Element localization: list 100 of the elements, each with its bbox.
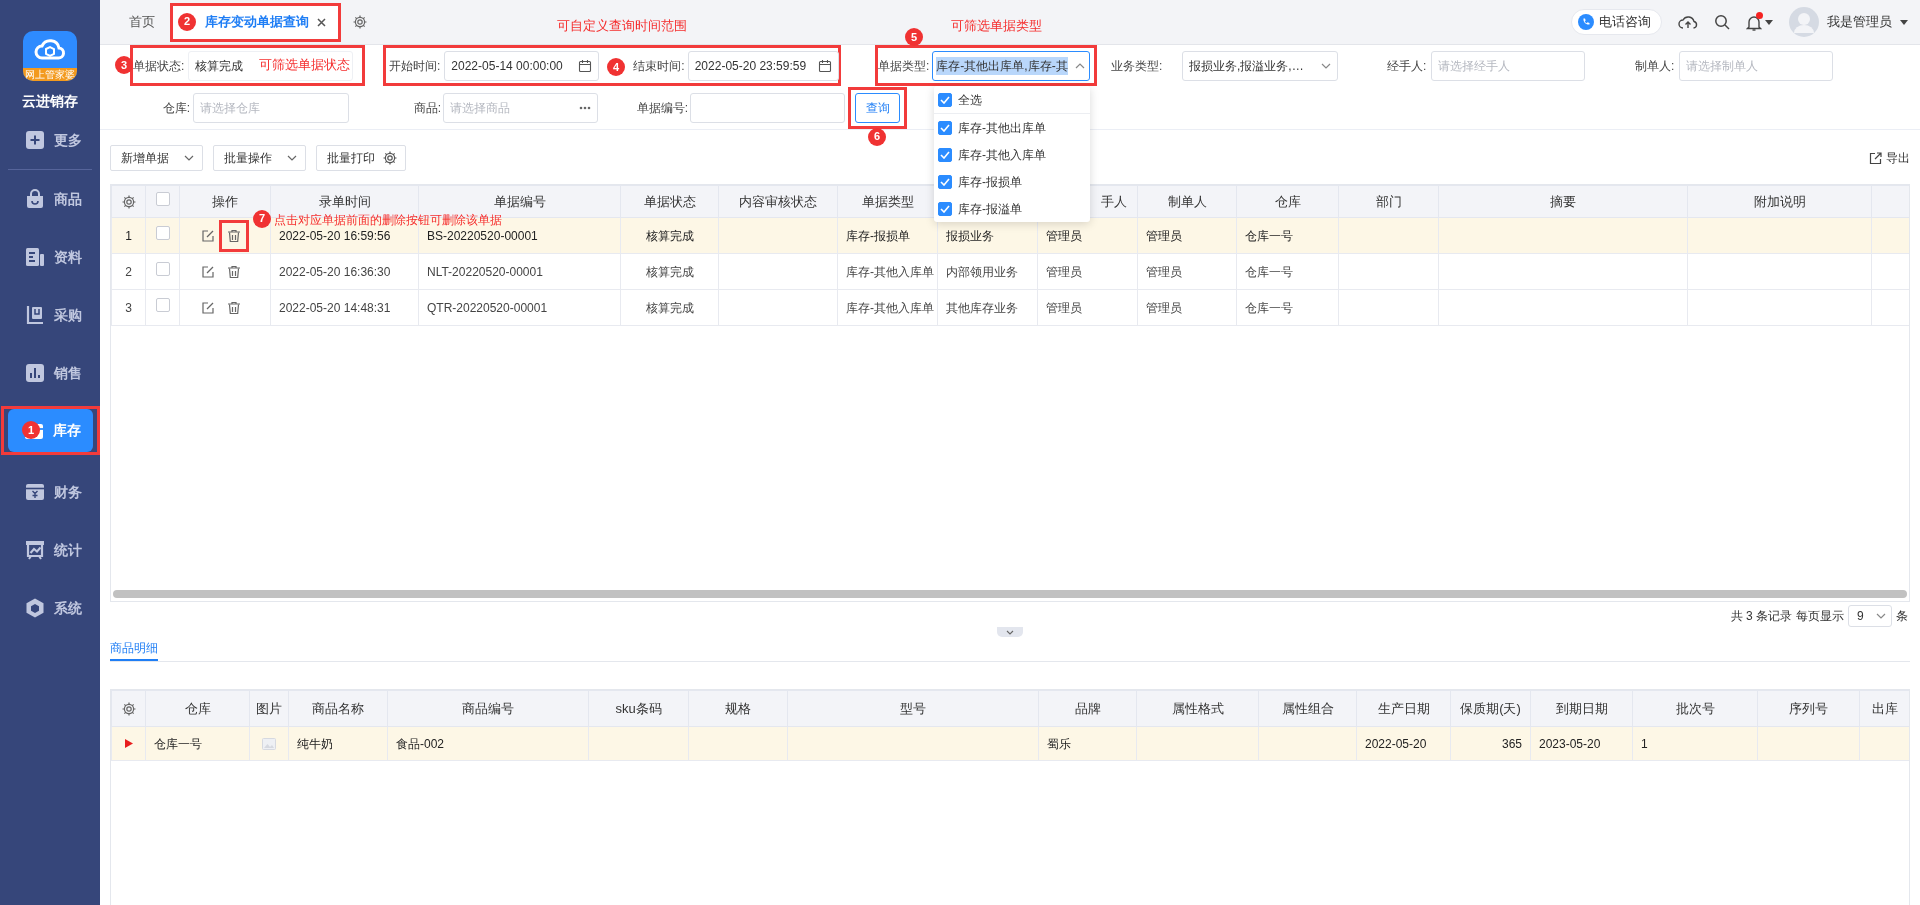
more-icon[interactable]: [579, 105, 591, 110]
table-cell: 纯牛奶: [288, 726, 388, 761]
search-icon[interactable]: [1714, 14, 1730, 30]
toolbar-button[interactable]: 批量打印: [316, 145, 406, 171]
caret-down-icon: [1876, 613, 1886, 619]
settings-icon: [121, 701, 136, 716]
checkbox[interactable]: [938, 92, 952, 107]
settings-icon: [121, 194, 136, 209]
table-cell: 核算完成: [620, 289, 719, 326]
delete-icon[interactable]: [227, 300, 241, 315]
column-header: 仓库: [1236, 185, 1339, 218]
checkbox[interactable]: [938, 120, 952, 135]
table-cell: 2022-05-20: [1356, 726, 1451, 761]
table-cell: 管理员: [1037, 253, 1138, 290]
checkbox[interactable]: [155, 298, 170, 312]
table-cell: 管理员: [1137, 289, 1237, 326]
tab[interactable]: 商品明细: [110, 637, 158, 661]
column-header: 商品名称: [288, 690, 388, 727]
phone-consult-button[interactable]: 电话咨询: [1571, 9, 1662, 35]
table-cell: QTR-20220520-00001: [418, 289, 621, 326]
column-header: 生产日期: [1356, 690, 1451, 727]
step-number: 3: [115, 56, 133, 74]
delete-icon[interactable]: [227, 264, 241, 279]
table-cell: 2022-05-20 16:36:30: [270, 253, 419, 290]
edit-icon[interactable]: [201, 264, 215, 279]
annotation-text: 可筛选单据状态: [259, 56, 350, 74]
date-field[interactable]: 2022-05-14 00:00:00: [444, 50, 600, 81]
caret-down-icon: [287, 155, 297, 161]
field-label: 结束时间:: [633, 57, 685, 75]
table-cell: 库存-其他入库单: [837, 289, 938, 326]
sidebar-item[interactable]: 系统: [3, 582, 97, 634]
row-number: 2: [111, 253, 146, 290]
check-icon: [940, 123, 950, 132]
column-header: 附加说明: [1687, 185, 1872, 218]
toolbar-button[interactable]: 新增单据: [110, 145, 203, 171]
column-header: 摘要: [1438, 185, 1688, 218]
checkbox[interactable]: [938, 201, 952, 216]
field-label: 单据类型:: [878, 57, 930, 75]
page-size-label: 每页显示: [1796, 608, 1844, 625]
caret-down-icon: [184, 155, 194, 161]
sidebar-item[interactable]: 统计: [3, 524, 97, 576]
field-label: 经手人:: [1387, 57, 1428, 75]
export-button[interactable]: 导出: [1869, 149, 1910, 167]
dropdown-option[interactable]: 库存-其他出库单: [934, 114, 1090, 141]
edit-icon[interactable]: [201, 300, 215, 315]
checkbox[interactable]: [155, 191, 170, 206]
sidebar-item[interactable]: 财务: [3, 466, 97, 518]
input-field[interactable]: 请选择商品: [443, 92, 598, 123]
row-number: 1: [111, 217, 146, 254]
tab[interactable]: 首页: [117, 5, 167, 39]
settings-icon[interactable]: [353, 15, 367, 29]
table-cell: 管理员: [1037, 289, 1138, 326]
caret-down-icon: [1321, 62, 1331, 69]
input-field[interactable]: [690, 92, 845, 123]
query-button[interactable]: 查询: [855, 92, 900, 123]
delete-icon[interactable]: [227, 228, 241, 243]
checkbox[interactable]: [155, 262, 170, 276]
dropdown-option[interactable]: 全选: [934, 86, 1090, 113]
column-header: 商品编号: [387, 690, 589, 727]
column-header: 属性格式: [1136, 690, 1259, 727]
column-header: 序列号: [1757, 690, 1860, 727]
table-cell: 2022-05-20 14:48:31: [270, 289, 419, 326]
column-header: 品牌: [1038, 690, 1137, 727]
column-header: 图片: [249, 690, 289, 727]
column-header: 到期日期: [1530, 690, 1633, 727]
phone-icon: [1578, 14, 1594, 30]
checkbox[interactable]: [938, 147, 952, 162]
date-field[interactable]: 2022-05-20 23:59:59: [687, 50, 839, 81]
check-icon: [940, 150, 950, 159]
field-label: 单据状态:: [133, 57, 185, 75]
page-size-unit: 条: [1896, 608, 1908, 625]
checkbox[interactable]: [155, 226, 170, 240]
toolbar-button[interactable]: 批量操作: [213, 145, 306, 171]
select-field[interactable]: 报损业务,报溢业务,…: [1182, 50, 1338, 81]
page-size-select[interactable]: 9: [1848, 605, 1892, 627]
sidebar-item[interactable]: 销售: [3, 347, 97, 399]
checkbox[interactable]: [938, 174, 952, 189]
calendar-icon: [578, 58, 593, 73]
input-field[interactable]: 请选择制单人: [1679, 50, 1833, 81]
table-cell: 食品-002: [387, 726, 589, 761]
sidebar-item[interactable]: 更多: [3, 114, 97, 166]
close-icon[interactable]: [317, 17, 326, 27]
horizontal-scrollbar[interactable]: [113, 590, 1907, 598]
collapse-handle[interactable]: [997, 627, 1023, 637]
user-name[interactable]: 我是管理员: [1827, 12, 1892, 32]
table-cell: NLT-20220520-00001: [418, 253, 621, 290]
table-cell: 仓库一号: [1236, 253, 1339, 290]
sidebar-item[interactable]: 商品: [3, 173, 97, 225]
table-cell: 365: [1450, 726, 1531, 761]
select-field[interactable]: 库存-其他出库单,库存-其: [932, 50, 1091, 81]
bell-icon[interactable]: [1746, 13, 1762, 31]
check-icon: [940, 204, 950, 213]
sidebar-item[interactable]: 采购: [3, 289, 97, 341]
input-field[interactable]: 请选择仓库: [193, 92, 349, 123]
edit-icon[interactable]: [201, 228, 215, 243]
input-field[interactable]: 请选择经手人: [1431, 50, 1585, 81]
table-cell: 库存-报损单: [837, 217, 938, 254]
sidebar-item[interactable]: 资料: [3, 231, 97, 283]
cloud-upload-icon[interactable]: [1678, 14, 1698, 30]
dropdown-option[interactable]: 库存-其他入库单: [934, 141, 1090, 168]
